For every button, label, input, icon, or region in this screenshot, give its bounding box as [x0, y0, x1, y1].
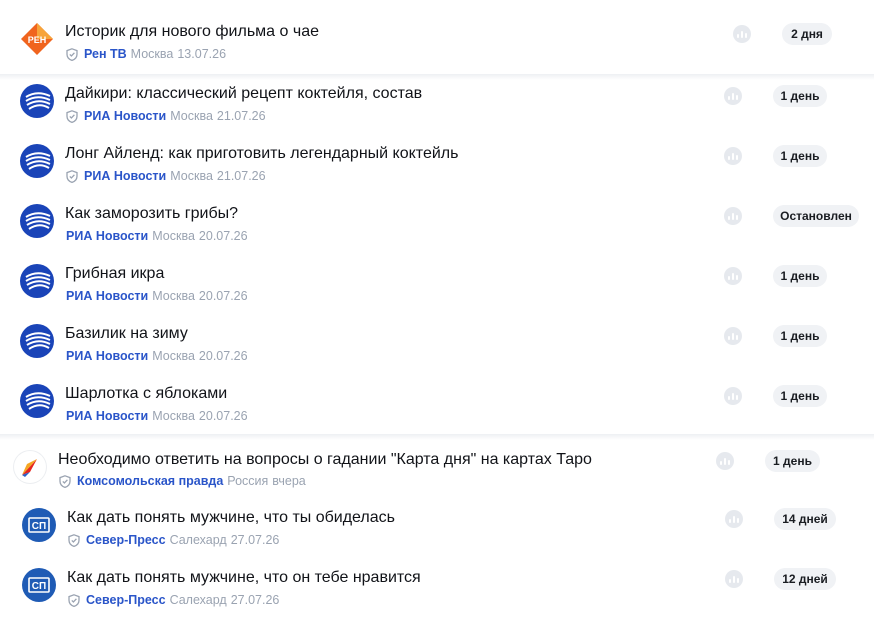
shield-check-icon	[66, 169, 78, 183]
news-source-link[interactable]: РИА Новости	[66, 348, 148, 364]
news-source-link[interactable]: Рен ТВ	[84, 46, 127, 62]
news-date: 20.07.26	[198, 409, 248, 423]
news-title[interactable]: Как дать понять мужчине, что ты обиделас…	[67, 508, 395, 528]
ren-tv-logo-icon: РЕН	[20, 22, 54, 56]
news-meta: РИА Новости Москва 20.07.26	[66, 288, 248, 304]
news-title[interactable]: Базилик на зиму	[65, 324, 188, 344]
news-meta: РИА Новости Москва 21.07.26	[66, 168, 266, 184]
ria-novosti-logo-icon	[20, 204, 54, 238]
news-list-item[interactable]: Базилик на зиму РИА Новости Москва 20.07…	[0, 314, 874, 374]
duration-badge: 14 дней	[774, 508, 836, 530]
news-meta: Рен ТВ Москва 13.07.26	[66, 46, 226, 62]
news-source-link[interactable]: РИА Новости	[66, 288, 148, 304]
news-list-item[interactable]: Лонг Айленд: как приготовить легендарный…	[0, 134, 874, 194]
news-title[interactable]: Дайкири: классический рецепт коктейля, с…	[65, 84, 422, 104]
news-city: Москва	[152, 409, 195, 423]
sever-press-logo-icon: СП	[22, 508, 56, 542]
shield-check-icon	[68, 533, 80, 547]
duration-badge: 1 день	[773, 265, 827, 287]
news-date: 21.07.26	[216, 169, 266, 183]
duration-badge: 1 день	[773, 145, 827, 167]
news-date: 13.07.26	[177, 47, 227, 61]
news-title[interactable]: Шарлотка с яблоками	[65, 384, 227, 404]
news-list-item[interactable]: Грибная икра РИА Новости Москва 20.07.26…	[0, 254, 874, 314]
news-meta: РИА Новости Москва 21.07.26	[66, 108, 266, 124]
duration-badge: 1 день	[773, 85, 827, 107]
news-city: Салехард	[169, 593, 227, 607]
shield-check-icon	[66, 47, 78, 61]
news-list-item[interactable]: СП Как дать понять мужчине, что ты обиде…	[0, 498, 874, 558]
news-meta: РИА Новости Москва 20.07.26	[66, 348, 248, 364]
ria-novosti-logo-icon	[20, 384, 54, 418]
ria-novosti-logo-icon	[20, 264, 54, 298]
news-city: Москва	[152, 349, 195, 363]
bar-chart-icon[interactable]	[724, 207, 742, 225]
news-date: 20.07.26	[198, 349, 248, 363]
bar-chart-icon[interactable]	[724, 87, 742, 105]
news-date: 20.07.26	[198, 229, 248, 243]
news-source-link[interactable]: РИА Новости	[84, 108, 166, 124]
komsomolskaya-pravda-logo-icon	[13, 450, 47, 484]
bar-chart-icon[interactable]	[733, 25, 751, 43]
news-city: Москва	[152, 229, 195, 243]
news-source-link[interactable]: Комсомольская правда	[77, 473, 223, 489]
news-source-link[interactable]: Север-Пресс	[86, 592, 166, 608]
news-city: Москва	[170, 109, 213, 123]
bar-chart-icon[interactable]	[724, 327, 742, 345]
shield-check-icon	[66, 109, 78, 123]
bar-chart-icon[interactable]	[716, 452, 734, 470]
news-date: 20.07.26	[198, 289, 248, 303]
news-list-item[interactable]: Необходимо ответить на вопросы о гадании…	[0, 440, 874, 500]
news-date: 27.07.26	[230, 593, 280, 607]
news-city: Москва	[170, 169, 213, 183]
news-meta: РИА Новости Москва 20.07.26	[66, 228, 248, 244]
ria-novosti-logo-icon	[20, 144, 54, 178]
news-city: Москва	[130, 47, 174, 61]
news-meta: Север-Пресс Салехард 27.07.26	[68, 532, 279, 548]
news-meta: РИА Новости Москва 20.07.26	[66, 408, 248, 424]
bar-chart-icon[interactable]	[725, 510, 743, 528]
news-date: вчера	[272, 474, 306, 488]
bar-chart-icon[interactable]	[724, 387, 742, 405]
status-badge: Остановлен	[773, 205, 859, 227]
news-source-link[interactable]: Север-Пресс	[86, 532, 166, 548]
news-title[interactable]: Как заморозить грибы?	[65, 204, 238, 224]
duration-badge: 1 день	[773, 385, 827, 407]
ria-novosti-logo-icon	[20, 324, 54, 358]
news-source-link[interactable]: РИА Новости	[66, 408, 148, 424]
bar-chart-icon[interactable]	[724, 147, 742, 165]
news-list-item[interactable]: Как заморозить грибы? РИА Новости Москва…	[0, 194, 874, 254]
news-city: Москва	[152, 289, 195, 303]
news-list-item[interactable]: Шарлотка с яблоками РИА Новости Москва 2…	[0, 374, 874, 434]
news-date: 21.07.26	[216, 109, 266, 123]
ria-novosti-logo-icon	[20, 84, 54, 118]
duration-badge: 2 дня	[782, 23, 832, 45]
duration-badge: 1 день	[773, 325, 827, 347]
news-title[interactable]: Грибная икра	[65, 264, 164, 284]
news-city: Салехард	[169, 533, 227, 547]
news-source-link[interactable]: РИА Новости	[84, 168, 166, 184]
bar-chart-icon[interactable]	[725, 570, 743, 588]
shield-check-icon	[59, 474, 71, 488]
news-title[interactable]: Историк для нового фильма о чае	[65, 22, 319, 42]
news-list-item[interactable]: СП Как дать понять мужчине, что он тебе …	[0, 558, 874, 618]
ren-tv-logo-text: РЕН	[28, 35, 47, 45]
duration-badge: 12 дней	[774, 568, 836, 590]
news-title[interactable]: Необходимо ответить на вопросы о гадании…	[58, 450, 592, 470]
bar-chart-icon[interactable]	[724, 267, 742, 285]
news-city: Россия	[227, 474, 269, 488]
duration-badge: 1 день	[765, 450, 820, 472]
shield-check-icon	[68, 593, 80, 607]
news-title[interactable]: Как дать понять мужчине, что он тебе нра…	[67, 568, 421, 588]
sever-press-logo-text: СП	[32, 521, 46, 532]
news-meta: Север-Пресс Салехард 27.07.26	[68, 592, 279, 608]
sever-press-logo-icon: СП	[22, 568, 56, 602]
news-source-link[interactable]: РИА Новости	[66, 228, 148, 244]
news-list-item[interactable]: Дайкири: классический рецепт коктейля, с…	[0, 74, 874, 134]
news-meta: Комсомольская правда Россия вчера	[59, 473, 306, 489]
news-list-item[interactable]: РЕН Историк для нового фильма о чае Рен …	[0, 12, 874, 72]
news-title[interactable]: Лонг Айленд: как приготовить легендарный…	[65, 144, 458, 164]
news-date: 27.07.26	[230, 533, 280, 547]
sever-press-logo-text: СП	[32, 581, 46, 592]
